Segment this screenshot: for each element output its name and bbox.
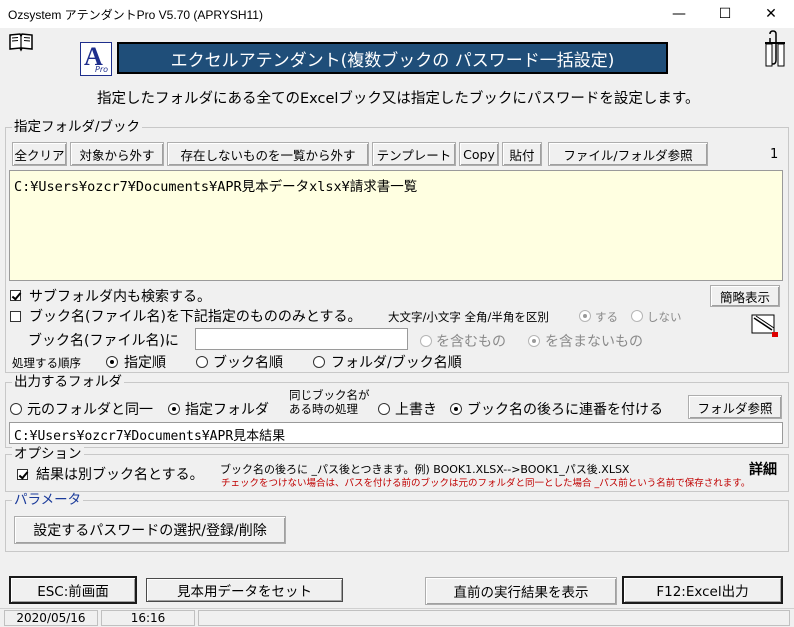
password-settings-button[interactable]: 設定するパスワードの選択/登録/削除 [14, 516, 286, 544]
folder-group-legend: 指定フォルダ/ブック [12, 119, 143, 135]
overwrite-radio[interactable] [378, 401, 390, 416]
set-sample-data-button[interactable]: 見本用データをセット [146, 578, 343, 602]
order-specified-label: 指定順 [124, 355, 166, 371]
search-subfolders-label: サブフォルダ内も検索する。 [29, 289, 211, 305]
option-warning: チェックをつけない場合は、パスを付ける前のブックは元のフォルダと同一とした場合 … [221, 478, 751, 489]
order-specified-radio[interactable] [106, 354, 118, 369]
include-label: を含むもの [436, 334, 506, 350]
exclude-match-label: を含まないもの [545, 334, 643, 350]
folder-browse-button[interactable]: フォルダ参照 [688, 395, 782, 419]
window-title: Ozsystem アテンダントPro V5.70 (APRYSH11) [8, 8, 263, 22]
template-button[interactable]: テンプレート [372, 142, 456, 166]
f12-excel-output-button[interactable]: F12:Excel出力 [622, 576, 783, 604]
book-icon[interactable] [8, 32, 34, 52]
output-group-legend: 出力するフォルダ [12, 374, 124, 390]
case-no-label: しない [647, 310, 682, 324]
app-logo: A Pro [80, 42, 112, 76]
book-name-input[interactable] [195, 328, 408, 350]
order-book-label: ブック名順 [213, 355, 283, 371]
simple-view-button[interactable]: 簡略表示 [710, 285, 780, 307]
book-name-only-checkbox[interactable] [10, 309, 21, 324]
minimize-button[interactable]: — [656, 0, 702, 28]
order-folder-book-radio[interactable] [313, 354, 325, 369]
output-path-input[interactable]: C:¥Users¥ozcr7¥Documents¥APR見本結果 [9, 422, 783, 444]
case-yes-radio[interactable] [579, 308, 591, 323]
separate-name-label: 結果は別ブック名とする。 [36, 467, 204, 483]
status-empty [198, 610, 790, 626]
case-yes-label: する [595, 310, 618, 324]
specified-folder-label: 指定フォルダ [185, 402, 269, 418]
copy-button[interactable]: Copy [459, 142, 499, 166]
case-no-radio[interactable] [631, 308, 643, 323]
param-group-legend: パラメータ [12, 492, 84, 508]
show-last-result-button[interactable]: 直前の実行結果を表示 [425, 577, 617, 605]
list-count: 1 [770, 147, 779, 162]
same-name-label-line1: 同じブック名が [289, 388, 370, 402]
exclude-match-radio[interactable] [528, 333, 540, 348]
page-title: エクセルアテンダント(複数ブックの パスワード一括設定) [117, 42, 668, 74]
page-description: 指定したフォルダにある全てのExcelブック又は指定したブックにパスワードを設定… [97, 91, 700, 107]
order-folder-book-label: フォルダ/ブック名順 [331, 355, 462, 371]
status-date: 2020/05/16 [4, 610, 98, 626]
paperclip-icon[interactable] [762, 30, 788, 70]
clear-all-button[interactable]: 全クリア [12, 142, 67, 166]
search-subfolders-checkbox[interactable] [10, 288, 21, 303]
same-name-label-line2: ある時の処理 [289, 402, 358, 416]
browse-file-folder-button[interactable]: ファイル/フォルダ参照 [548, 142, 708, 166]
append-number-radio[interactable] [450, 401, 462, 416]
remove-missing-button[interactable]: 存在しないものを一覧から外す [167, 142, 369, 166]
exclude-button[interactable]: 対象から外す [70, 142, 164, 166]
book-name-only-label: ブック名(ファイル名)を下記指定のもののみとする。 [29, 309, 362, 325]
same-folder-label: 元のフォルダと同一 [27, 402, 153, 418]
path-list[interactable]: C:¥Users¥ozcr7¥Documents¥APR見本データxlsx¥請求… [9, 170, 783, 281]
maximize-button[interactable]: ☐ [702, 0, 748, 28]
edit-note-icon[interactable] [748, 310, 782, 340]
esc-back-button[interactable]: ESC:前画面 [9, 576, 137, 604]
append-number-label: ブック名の後ろに連番を付ける [467, 402, 663, 418]
overwrite-label: 上書き [395, 402, 437, 418]
status-time: 16:16 [101, 610, 195, 626]
option-group-legend: オプション [12, 446, 84, 462]
close-button[interactable]: ✕ [748, 0, 794, 28]
include-radio[interactable] [420, 333, 432, 348]
order-label: 処理する順序 [12, 356, 81, 370]
detail-link[interactable]: 詳細 [749, 459, 777, 479]
separate-name-checkbox[interactable] [17, 467, 28, 482]
same-folder-radio[interactable] [10, 401, 22, 416]
book-name-label: ブック名(ファイル名)に [28, 333, 179, 349]
case-sensitivity-label: 大文字/小文字 全角/半角を区別 [388, 310, 549, 324]
order-book-radio[interactable] [196, 354, 208, 369]
specified-folder-radio[interactable] [168, 401, 180, 416]
paste-button[interactable]: 貼付 [502, 142, 542, 166]
